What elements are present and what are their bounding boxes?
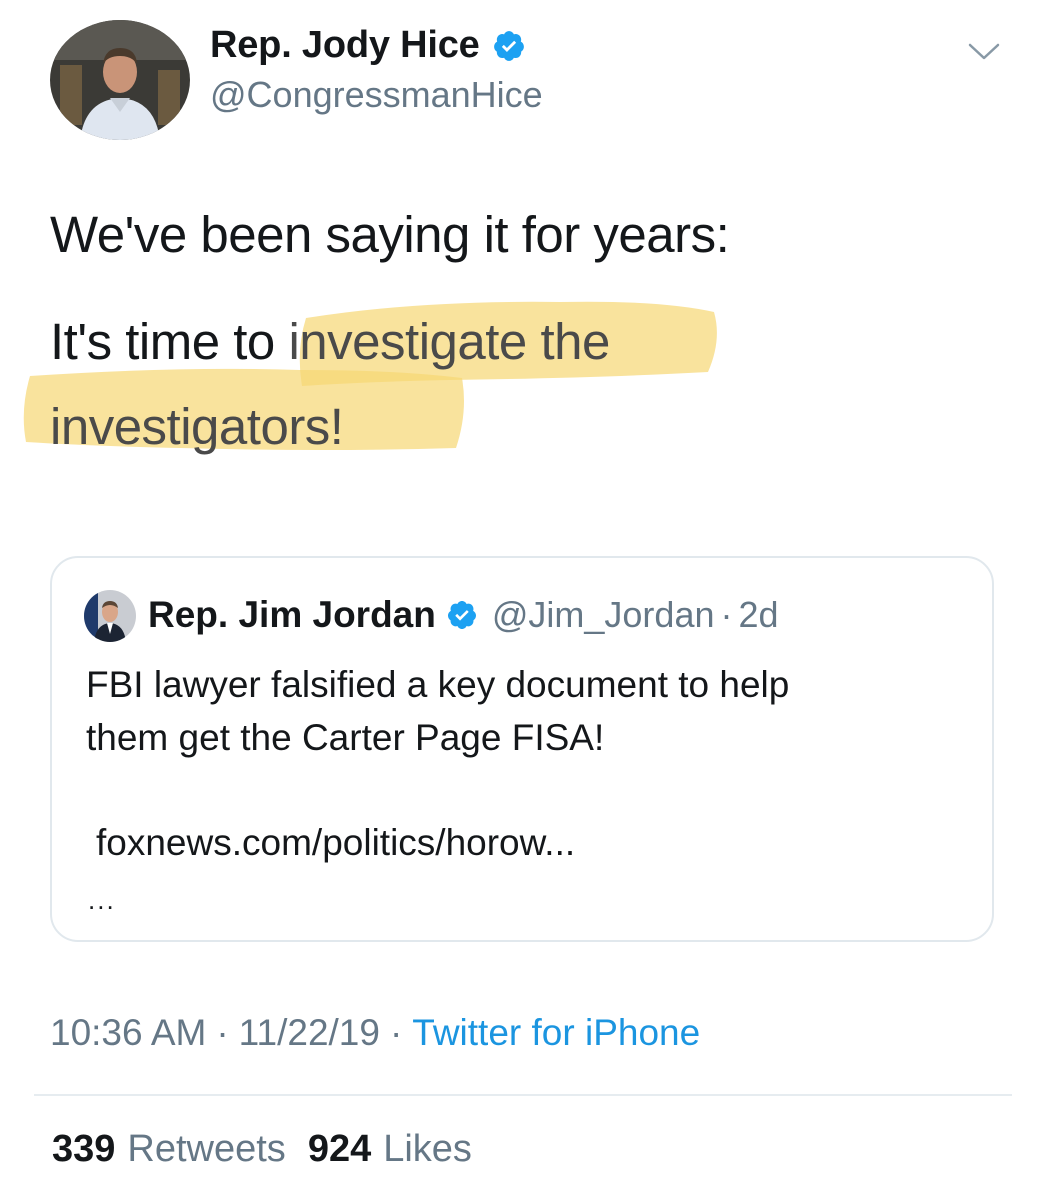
quoted-more: ... — [88, 885, 116, 915]
author-handle[interactable]: @CongressmanHice — [210, 74, 543, 116]
quoted-display-name[interactable]: Rep. Jim Jordan — [148, 594, 436, 636]
author-name-row[interactable]: Rep. Jody Hice — [210, 24, 526, 67]
quoted-handle[interactable]: @Jim_Jordan — [492, 594, 715, 636]
likes-label: Likes — [383, 1128, 472, 1170]
likes-stat[interactable]: 924 Likes — [308, 1128, 472, 1171]
quoted-timestamp[interactable]: 2d — [739, 594, 779, 636]
tweet-text-line-2: It's time to investigate the — [50, 312, 610, 371]
tweet-text-highlighted: investigate the — [288, 313, 610, 370]
quoted-tweet-header: Rep. Jim Jordan @Jim_Jordan · 2d — [148, 594, 779, 636]
quoted-text-line-1: FBI lawyer falsified a key document to h… — [86, 664, 790, 705]
author-display-name[interactable]: Rep. Jody Hice — [210, 24, 480, 67]
tweet-date[interactable]: 11/22/19 — [239, 1012, 380, 1054]
tweet-text-plain: It's time to — [50, 313, 289, 370]
quoted-separator: · — [720, 594, 733, 635]
quoted-text-line-2: them get the Carter Page FISA! — [86, 717, 605, 758]
tweet-text-line-3: investigators! — [50, 398, 344, 455]
quoted-link[interactable]: foxnews.com/politics/horow... — [96, 822, 575, 864]
tweet-time[interactable]: 10:36 AM — [50, 1012, 206, 1054]
quoted-author-avatar[interactable] — [84, 590, 136, 642]
meta-separator: · — [389, 1012, 403, 1053]
meta-separator: · — [216, 1012, 229, 1053]
chevron-down-icon[interactable] — [962, 36, 1006, 66]
tweet-source-link[interactable]: Twitter for iPhone — [412, 1012, 700, 1054]
retweets-label: Retweets — [127, 1128, 286, 1170]
tweet-stats: 339 Retweets 924 Likes — [52, 1128, 472, 1171]
retweets-count: 339 — [52, 1128, 116, 1170]
tweet-text-line-1: We've been saying it for years: — [50, 206, 730, 263]
divider — [34, 1094, 1012, 1096]
retweets-stat[interactable]: 339 Retweets — [52, 1128, 286, 1171]
author-avatar[interactable] — [50, 20, 190, 140]
tweet-meta: 10:36 AM · 11/22/19 · Twitter for iPhone — [50, 1012, 700, 1054]
verified-badge-icon — [447, 601, 476, 629]
verified-badge-icon — [493, 30, 524, 61]
likes-count: 924 — [307, 1128, 372, 1170]
